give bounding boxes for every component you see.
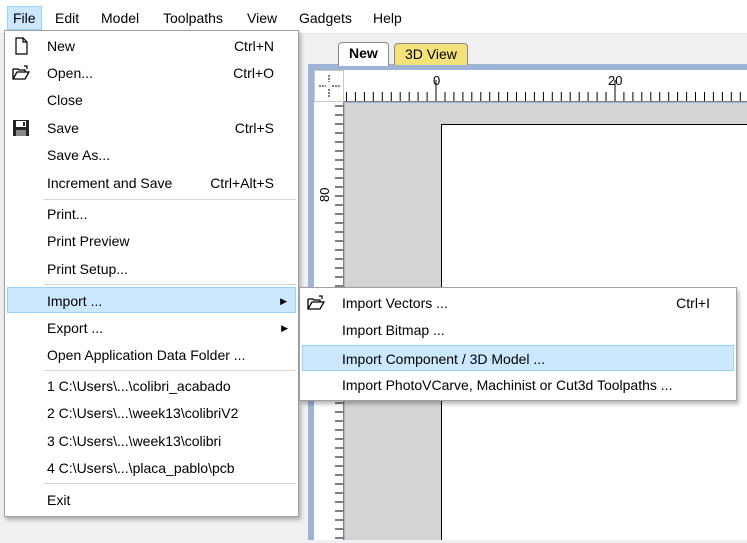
menu-separator xyxy=(43,370,296,371)
menu-item-export[interactable]: Export ... ▶ xyxy=(7,315,296,341)
menu-separator xyxy=(43,483,296,484)
floppy-disk-icon xyxy=(13,120,29,136)
menu-view[interactable]: View xyxy=(242,7,282,29)
menu-item-save-as[interactable]: Save As... xyxy=(7,142,296,168)
menu-item-exit[interactable]: Exit xyxy=(7,487,296,513)
menu-item-import-component[interactable]: Import Component / 3D Model ... xyxy=(302,345,734,371)
ruler-label-80: 80 xyxy=(317,187,332,202)
menu-toolpaths[interactable]: Toolpaths xyxy=(158,7,228,29)
menu-item-print-setup[interactable]: Print Setup... xyxy=(7,256,296,282)
ruler-label-20: 20 xyxy=(608,73,623,88)
menu-file[interactable]: File xyxy=(7,6,42,30)
menu-item-import-vectors[interactable]: Import Vectors ... Ctrl+I xyxy=(302,290,734,316)
tab-3d-view[interactable]: 3D View xyxy=(394,43,468,65)
menu-item-import[interactable]: Import ... ▶ xyxy=(7,287,296,313)
open-folder-icon xyxy=(12,65,30,80)
menu-separator xyxy=(43,284,296,285)
menu-item-new[interactable]: New Ctrl+N xyxy=(7,33,296,59)
menu-item-open-app-data[interactable]: Open Application Data Folder ... xyxy=(7,342,296,368)
menu-item-recent-2[interactable]: 2 C:\Users\...\week13\colibriV2 xyxy=(7,400,296,426)
menu-item-import-bitmap[interactable]: Import Bitmap ... xyxy=(302,317,734,343)
ruler-top-ticks xyxy=(346,80,741,101)
menu-item-increment-save[interactable]: Increment and Save Ctrl+Alt+S xyxy=(7,170,296,196)
file-menu: New Ctrl+N Open... Ctrl+O Close Save Ctr… xyxy=(4,30,299,517)
menu-separator xyxy=(43,199,296,200)
menu-item-open[interactable]: Open... Ctrl+O xyxy=(7,60,296,86)
crosshair-icon xyxy=(319,75,340,97)
ruler-corner[interactable] xyxy=(314,70,344,102)
ruler-top: 0 20 xyxy=(344,70,747,102)
import-submenu: Import Vectors ... Ctrl+I Import Bitmap … xyxy=(299,287,737,401)
tab-new[interactable]: New xyxy=(338,42,389,66)
menu-item-print[interactable]: Print... xyxy=(7,201,296,227)
menu-item-print-preview[interactable]: Print Preview xyxy=(7,228,296,254)
canvas-margin-top xyxy=(441,103,747,124)
menu-item-recent-4[interactable]: 4 C:\Users\...\placa_pablo\pcb xyxy=(7,455,296,481)
menu-item-recent-1[interactable]: 1 C:\Users\...\colibri_acabado xyxy=(7,373,296,399)
menu-model[interactable]: Model xyxy=(96,7,144,29)
menu-bar: File Edit Model Toolpaths View Gadgets H… xyxy=(0,0,747,34)
menu-item-recent-3[interactable]: 3 C:\Users\...\week13\colibri xyxy=(7,428,296,454)
menu-help[interactable]: Help xyxy=(368,7,407,29)
menu-item-close[interactable]: Close xyxy=(7,87,296,113)
menu-gadgets[interactable]: Gadgets xyxy=(294,7,357,29)
open-folder-icon xyxy=(307,295,325,310)
submenu-arrow-icon: ▶ xyxy=(281,323,288,333)
new-document-icon xyxy=(15,37,28,55)
menu-edit[interactable]: Edit xyxy=(50,7,84,29)
menu-item-save[interactable]: Save Ctrl+S xyxy=(7,115,296,141)
menu-item-import-toolpaths[interactable]: Import PhotoVCarve, Machinist or Cut3d T… xyxy=(302,372,734,398)
submenu-arrow-icon: ▶ xyxy=(280,296,287,306)
ruler-label-0: 0 xyxy=(433,73,441,88)
